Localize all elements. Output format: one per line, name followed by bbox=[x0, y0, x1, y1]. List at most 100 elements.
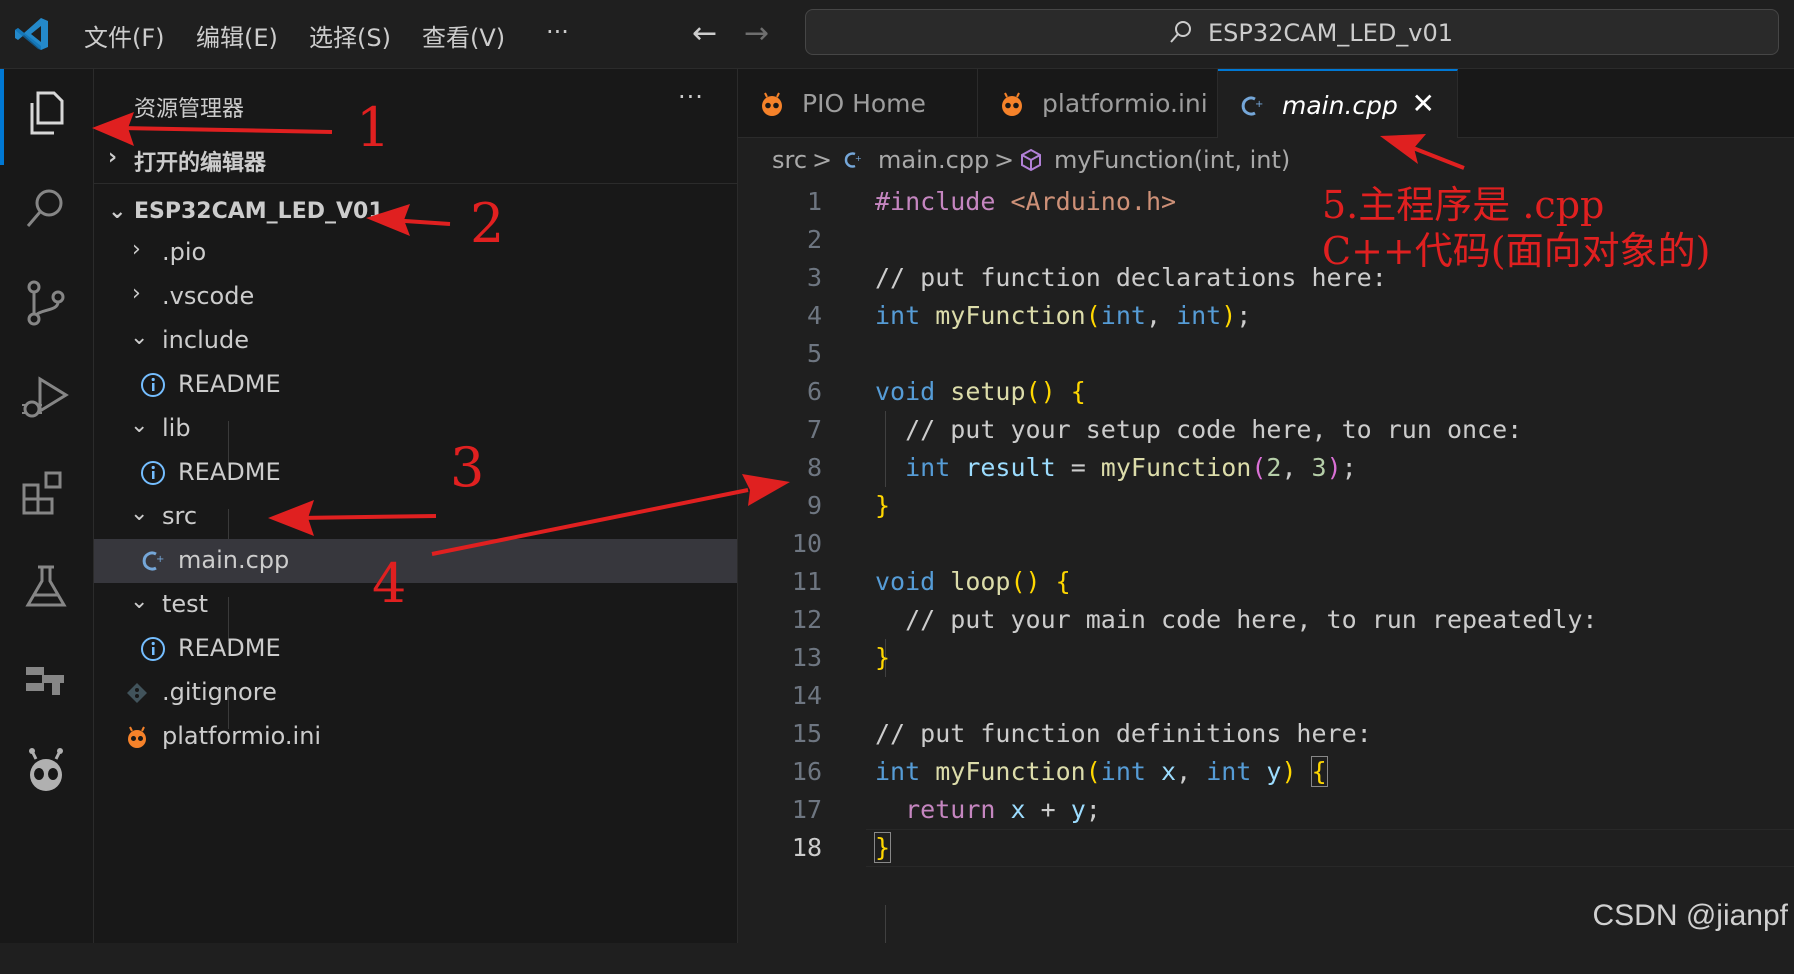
menu-view[interactable]: 查看(V) bbox=[422, 18, 505, 53]
tree-item-label: lib bbox=[162, 414, 191, 442]
tab-bar: PIO Home platformio.ini + main.cpp ✕ bbox=[738, 69, 1794, 138]
testing-icon[interactable] bbox=[18, 559, 74, 615]
breadcrumb-file[interactable]: main.cpp bbox=[878, 146, 989, 174]
code-text: int myFunction(int, int); bbox=[875, 301, 1252, 330]
tree-item-label: .gitignore bbox=[162, 678, 277, 706]
more-actions-button[interactable]: ··· bbox=[678, 83, 704, 111]
tree-folder-pio[interactable]: › .pio bbox=[94, 231, 737, 275]
info-icon bbox=[141, 373, 165, 397]
tree-file-readme[interactable]: README bbox=[94, 451, 737, 495]
close-icon[interactable]: ✕ bbox=[1412, 87, 1435, 120]
tab-pio-home[interactable]: PIO Home bbox=[738, 69, 978, 137]
forward-arrow-icon[interactable]: → bbox=[744, 16, 769, 51]
svg-text:+: + bbox=[855, 154, 862, 163]
breadcrumb-separator: > bbox=[812, 146, 833, 174]
chevron-down-icon: ⌄ bbox=[130, 413, 149, 438]
code-line: 9 } bbox=[738, 487, 1794, 525]
indent-guide bbox=[885, 905, 886, 943]
tree-file-readme[interactable]: README bbox=[94, 627, 737, 671]
search-icon bbox=[1170, 21, 1191, 43]
git-icon bbox=[127, 683, 147, 703]
line-number: 15 bbox=[791, 719, 822, 748]
code-text: void loop() { bbox=[875, 567, 1071, 596]
tree-folder-test[interactable]: ⌄ test bbox=[94, 583, 737, 627]
code-text: // put your setup code here, to run once… bbox=[875, 415, 1523, 444]
platformio-icon bbox=[128, 726, 146, 748]
platformio-icon bbox=[1002, 92, 1022, 116]
annotation-label-2: 2 bbox=[470, 192, 505, 255]
back-arrow-icon[interactable]: ← bbox=[692, 16, 717, 51]
line-number: 10 bbox=[791, 529, 822, 558]
code-line: 7 // put your setup code here, to run on… bbox=[738, 411, 1794, 449]
menu-file[interactable]: 文件(F) bbox=[84, 18, 165, 53]
explorer-icon[interactable] bbox=[18, 85, 74, 141]
tree-file-main-cpp[interactable]: + main.cpp bbox=[94, 539, 737, 583]
line-number: 17 bbox=[791, 795, 822, 824]
search-icon[interactable] bbox=[18, 181, 74, 237]
tree-folder-include[interactable]: ⌄ include bbox=[94, 319, 737, 363]
tree-item-label: main.cpp bbox=[178, 546, 290, 574]
remote-icon[interactable] bbox=[18, 651, 74, 707]
tree-file-readme[interactable]: README bbox=[94, 363, 737, 407]
project-folder-label: ESP32CAM_LED_V01 bbox=[134, 199, 384, 224]
open-editors-section[interactable]: › 打开的编辑器 bbox=[94, 139, 737, 177]
code-line: 6 void setup() { bbox=[738, 373, 1794, 411]
code-line: 17 return x + y; bbox=[738, 791, 1794, 829]
code-line: 11 void loop() { bbox=[738, 563, 1794, 601]
command-center-search[interactable]: ESP32CAM_LED_v01 bbox=[805, 9, 1779, 55]
menu-edit[interactable]: 编辑(E) bbox=[196, 18, 278, 53]
line-number: 7 bbox=[806, 415, 822, 444]
code-text: // put your main code here, to run repea… bbox=[875, 605, 1598, 634]
breadcrumb-symbol[interactable]: myFunction(int, int) bbox=[1054, 146, 1290, 174]
menu-more[interactable]: ··· bbox=[546, 18, 569, 46]
line-number: 14 bbox=[791, 681, 822, 710]
breadcrumb-folder[interactable]: src bbox=[772, 146, 807, 174]
cpp-icon: + bbox=[142, 551, 164, 571]
tree-folder-vscode[interactable]: › .vscode bbox=[94, 275, 737, 319]
method-cube-icon bbox=[1021, 148, 1041, 172]
tree-folder-src[interactable]: ⌄ src bbox=[94, 495, 737, 539]
chevron-right-icon: › bbox=[132, 237, 141, 262]
line-number: 16 bbox=[791, 757, 822, 786]
cpp-icon: + bbox=[844, 152, 862, 168]
tree-item-label: .vscode bbox=[162, 282, 255, 310]
code-line: 14 bbox=[738, 677, 1794, 715]
info-icon bbox=[141, 637, 165, 661]
code-line: 10 bbox=[738, 525, 1794, 563]
platformio-icon[interactable] bbox=[18, 743, 74, 799]
line-number: 5 bbox=[806, 339, 822, 368]
tree-folder-lib[interactable]: ⌄ lib bbox=[94, 407, 737, 451]
code-text: #include <Arduino.h> bbox=[875, 187, 1177, 216]
code-text: void setup() { bbox=[875, 377, 1086, 406]
code-text: } bbox=[875, 643, 891, 672]
code-line: 12 // put your main code here, to run re… bbox=[738, 601, 1794, 639]
chevron-right-icon: › bbox=[108, 145, 118, 170]
tree-file-gitignore[interactable]: .gitignore bbox=[94, 671, 737, 715]
tree-item-label: README bbox=[178, 458, 281, 486]
code-text: } bbox=[875, 491, 891, 520]
watermark: CSDN @jianpf bbox=[1592, 899, 1788, 932]
explorer-sidebar: 资源管理器 ··· › 打开的编辑器 ⌄ ESP32CAM_LED_V01 › … bbox=[94, 69, 738, 943]
line-number: 1 bbox=[806, 187, 822, 216]
code-text: // put function declarations here: bbox=[875, 263, 1387, 292]
tab-main-cpp[interactable]: + main.cpp ✕ bbox=[1218, 69, 1458, 138]
menu-selection[interactable]: 选择(S) bbox=[309, 18, 391, 53]
tab-label: main.cpp bbox=[1282, 91, 1398, 120]
svg-text:+: + bbox=[156, 554, 164, 565]
code-line: 8 int result = myFunction(2, 3); bbox=[738, 449, 1794, 487]
code-text: int myFunction(int x, int y) { bbox=[875, 756, 1328, 787]
project-folder-section[interactable]: ⌄ ESP32CAM_LED_V01 bbox=[94, 193, 737, 231]
divider bbox=[94, 183, 737, 184]
annotation-label-1: 1 bbox=[356, 96, 391, 159]
tab-platformio-ini[interactable]: platformio.ini bbox=[978, 69, 1218, 137]
tree-file-platformio-ini[interactable]: platformio.ini bbox=[94, 715, 737, 759]
chevron-down-icon: ⌄ bbox=[130, 501, 149, 526]
cpp-icon: + bbox=[1241, 96, 1263, 116]
extensions-icon[interactable] bbox=[18, 465, 74, 521]
current-line-highlight bbox=[866, 829, 1794, 867]
platformio-icon bbox=[762, 92, 782, 116]
run-debug-icon[interactable] bbox=[18, 369, 74, 425]
line-number: 3 bbox=[806, 263, 822, 292]
svg-text:+: + bbox=[1255, 99, 1263, 110]
source-control-icon[interactable] bbox=[18, 275, 74, 331]
